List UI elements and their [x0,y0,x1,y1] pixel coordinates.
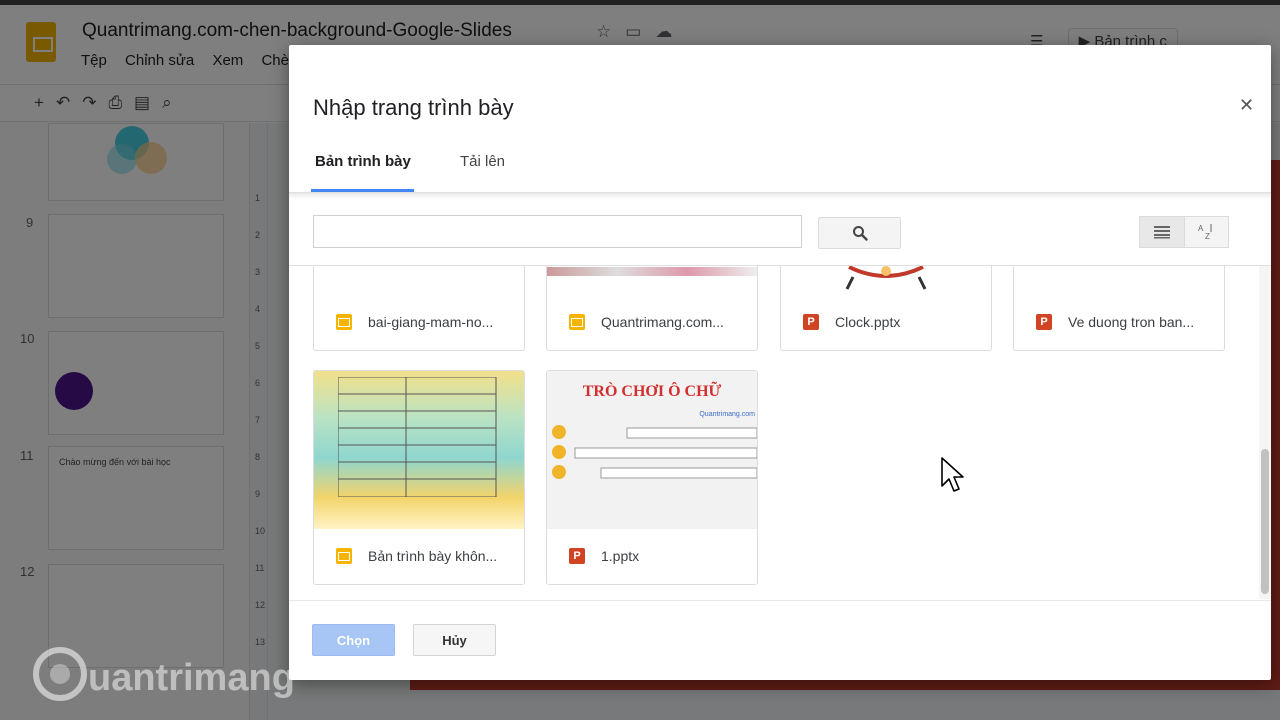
file-card[interactable]: bai-giang-mam-no... [313,266,525,351]
thumbnail-game-title: TRÒ CHƠI Ô CHỮ [582,383,722,400]
clock-thumbnail-icon [845,266,927,290]
table-thumbnail-icon [338,377,497,497]
footer-divider [289,600,1271,601]
file-name: Clock.pptx [835,314,901,330]
scrollbar-track[interactable] [1259,266,1271,599]
list-view-button[interactable] [1140,217,1185,247]
file-grid: bai-giang-mam-no... Quantrimang.com... P… [289,266,1258,599]
pptx-file-icon: P [803,314,819,330]
file-label-row: Bản trình bày khôn... [314,528,524,584]
sort-az-icon: A Z [1198,224,1212,241]
file-label-row: Quantrimang.com... [547,294,757,350]
file-name: 1.pptx [601,548,640,564]
import-slides-dialog: Nhập trang trình bày ✕ Bản trình bày Tải… [289,45,1271,680]
watermark-logo-icon: uantrimang [33,647,295,701]
mouse-pointer-icon [941,457,964,492]
tab-shadow [289,193,1271,199]
pptx-file-icon: P [1036,314,1052,330]
file-thumbnail: TRÒ CHƠI Ô CHỮ Quantrimang.com [547,371,757,529]
file-name: Quantrimang.com... [601,314,724,330]
tab-upload[interactable]: Tải lên [460,153,505,170]
svg-text:A: A [1198,224,1204,233]
file-label-row: bai-giang-mam-no... [314,294,524,350]
file-card[interactable]: Bản trình bày khôn... [313,370,525,585]
close-icon[interactable]: ✕ [1239,95,1254,116]
choose-button[interactable]: Chọn [312,624,395,656]
file-label-row: P Clock.pptx [781,294,991,350]
crossword-thumbnail-icon [552,425,757,479]
svg-text:Z: Z [1205,232,1210,241]
list-view-icon [1153,226,1170,239]
view-toggle: A Z [1139,216,1229,248]
watermark-text: uantrimang [88,657,295,699]
thumbnail-strip [547,267,757,276]
scrollbar-thumb[interactable] [1261,449,1269,594]
search-button[interactable] [818,217,901,249]
file-card[interactable]: P Clock.pptx [780,266,992,351]
slides-file-icon [569,314,585,330]
dialog-title: Nhập trang trình bày [313,95,514,120]
search-input[interactable] [313,215,802,248]
tab-presentations[interactable]: Bản trình bày [315,153,411,170]
file-card[interactable]: TRÒ CHƠI Ô CHỮ Quantrimang.com P 1.pptx [546,370,758,585]
watermark: uantrimang [28,640,308,710]
slides-file-icon [336,548,352,564]
file-card[interactable]: Quantrimang.com... [546,266,758,351]
file-label-row: P Ve duong tron ban... [1014,294,1224,350]
thumbnail-subtitle: Quantrimang.com [699,411,755,418]
sort-az-button[interactable]: A Z [1185,217,1229,247]
pptx-file-icon: P [569,548,585,564]
file-name: Bản trình bày khôn... [368,548,498,564]
file-card[interactable]: P Ve duong tron ban... [1013,266,1225,351]
file-thumbnail [314,371,524,529]
file-name: Ve duong tron ban... [1068,314,1195,330]
slides-file-icon [336,314,352,330]
file-name: bai-giang-mam-no... [368,314,494,330]
search-icon [852,226,868,241]
cancel-button[interactable]: Hủy [413,624,496,656]
file-label-row: P 1.pptx [547,528,757,584]
